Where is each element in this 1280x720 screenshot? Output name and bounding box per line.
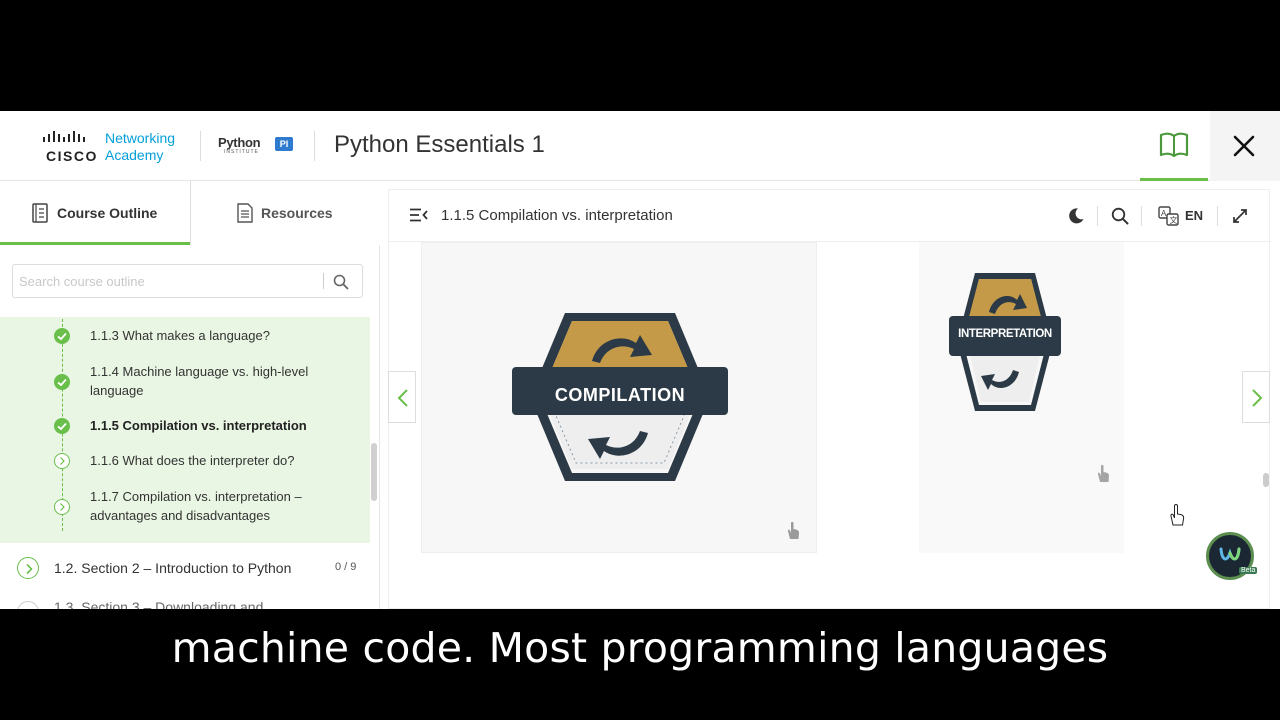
check-icon xyxy=(57,422,67,431)
section-label: 1.3. Section 3 – Downloading and xyxy=(54,599,264,609)
chevron-right-icon xyxy=(60,457,65,465)
check-icon xyxy=(57,332,67,341)
app-header: CISCO Networking Academy Python INSTITUT… xyxy=(0,111,1280,181)
app-window: CISCO Networking Academy Python INSTITUT… xyxy=(0,111,1280,609)
tap-hand-icon xyxy=(787,521,799,539)
previous-slide-button[interactable] xyxy=(388,371,416,423)
toolbar-divider xyxy=(1217,206,1218,226)
search-divider xyxy=(323,273,324,289)
webex-assistant-button[interactable]: Beta xyxy=(1206,532,1258,580)
fullscreen-expand-icon[interactable] xyxy=(1232,208,1248,224)
collapse-menu-icon[interactable] xyxy=(409,208,429,222)
header-divider xyxy=(314,131,315,161)
language-code[interactable]: EN xyxy=(1185,208,1203,223)
tab-resources[interactable]: Resources xyxy=(190,181,380,245)
sidebar-scrollbar[interactable] xyxy=(371,443,377,501)
section-expand-button[interactable] xyxy=(17,601,39,609)
webex-logo-icon xyxy=(1217,541,1243,567)
chevron-right-icon xyxy=(60,503,65,511)
lesson-item-active[interactable]: 1.1.5 Compilation vs. interpretation xyxy=(90,416,340,435)
python-institute-sub: INSTITUTE xyxy=(224,149,259,155)
search-icon[interactable] xyxy=(333,274,349,290)
python-institute-logo[interactable]: Python INSTITUTE PI xyxy=(218,133,298,157)
resources-doc-icon xyxy=(237,203,253,223)
course-title: Python Essentials 1 xyxy=(334,131,545,158)
next-slide-button[interactable] xyxy=(1242,371,1270,423)
dark-mode-moon-icon[interactable] xyxy=(1067,207,1085,225)
lesson-content-panel: 1.1.5 Compilation vs. interpretation A 文… xyxy=(388,189,1271,609)
outline-doc-icon xyxy=(32,203,48,223)
search-icon[interactable] xyxy=(1111,207,1129,225)
content-toolbar: 1.1.5 Compilation vs. interpretation A 文… xyxy=(389,190,1271,242)
video-caption: machine code. Most programming languages xyxy=(171,624,1109,672)
cisco-bars-icon xyxy=(43,131,85,142)
chevron-left-icon xyxy=(397,389,408,407)
chevron-right-icon xyxy=(1252,389,1263,407)
lesson-status-todo xyxy=(54,453,70,469)
sidebar-tabs: Course Outline Resources xyxy=(0,181,380,245)
chevron-right-icon xyxy=(26,563,33,575)
lesson-item[interactable]: 1.1.7 Compilation vs. interpretation – a… xyxy=(90,487,340,525)
card-label: COMPILATION xyxy=(554,385,686,405)
close-button[interactable] xyxy=(1210,111,1280,181)
translate-icon[interactable]: A 文 xyxy=(1158,206,1180,226)
tab-course-outline-label: Course Outline xyxy=(57,205,158,221)
book-button[interactable] xyxy=(1140,111,1208,181)
section-progress-count: 0 / 9 xyxy=(335,561,357,573)
toolbar-divider xyxy=(1097,206,1098,226)
svg-text:文: 文 xyxy=(1170,215,1178,225)
lesson-item[interactable]: 1.1.3 What makes a language? xyxy=(90,326,340,345)
section-row[interactable]: 1.2. Section 2 – Introduction to Python … xyxy=(0,549,370,589)
cisco-wordmark: CISCO xyxy=(46,148,98,164)
pointer-hand-cursor-icon xyxy=(1170,504,1185,526)
page-title: 1.1.5 Compilation vs. interpretation xyxy=(441,207,673,224)
content-scrollbar[interactable] xyxy=(1263,473,1269,487)
python-badge: PI xyxy=(275,137,293,151)
toolbar-divider xyxy=(1141,206,1142,226)
flip-card-interpretation[interactable]: INTERPRETATION xyxy=(919,273,1124,510)
close-icon xyxy=(1233,135,1255,157)
lesson-status-done xyxy=(54,418,70,434)
beta-badge: Beta xyxy=(1239,567,1258,574)
tap-hand-icon xyxy=(1097,464,1109,482)
python-wordmark: Python xyxy=(218,135,261,150)
outline-search xyxy=(12,264,363,298)
lesson-status-done xyxy=(54,328,70,344)
tab-resources-label: Resources xyxy=(261,205,333,221)
lesson-item[interactable]: 1.1.4 Machine language vs. high-level la… xyxy=(90,362,340,400)
tab-course-outline[interactable]: Course Outline xyxy=(0,181,190,245)
lesson-status-done xyxy=(54,374,70,390)
book-icon xyxy=(1159,132,1189,158)
check-icon xyxy=(57,378,67,387)
lesson-item[interactable]: 1.1.6 What does the interpreter do? xyxy=(90,451,340,470)
section-label: 1.2. Section 2 – Introduction to Python xyxy=(54,560,292,576)
networking-label: Networking xyxy=(105,130,176,146)
section-expand-button[interactable] xyxy=(17,557,39,579)
cisco-networking-academy-logo[interactable]: CISCO Networking Academy xyxy=(42,129,187,165)
flip-card-compilation[interactable]: COMPILATION xyxy=(421,242,817,553)
course-sidebar: Course Outline Resources 1.1.3 xyxy=(0,181,380,609)
lesson-status-todo xyxy=(54,499,70,515)
section-row[interactable]: 1.3. Section 3 – Downloading and xyxy=(0,593,370,609)
header-divider xyxy=(200,131,201,161)
card-label: INTERPRETATION xyxy=(958,328,1052,340)
outline-search-input[interactable] xyxy=(19,272,309,290)
academy-label: Academy xyxy=(105,147,164,163)
svg-text:A: A xyxy=(1161,209,1167,218)
